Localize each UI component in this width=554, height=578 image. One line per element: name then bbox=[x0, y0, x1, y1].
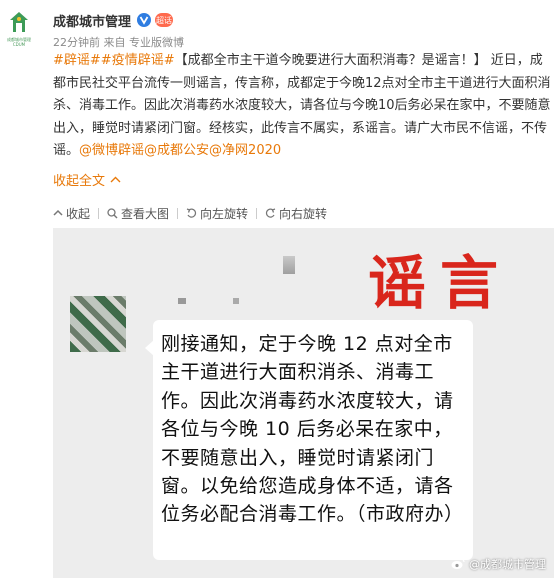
rotate-left-icon bbox=[186, 207, 197, 218]
chat-bubble: 刚接通知，定于今晚 12 点对全市主干道进行大面积消杀、消毒工作。因此次消毒药水… bbox=[153, 320, 473, 560]
view-large-label: 查看大图 bbox=[121, 206, 170, 221]
blurred-sender bbox=[178, 298, 186, 304]
blurred-sender bbox=[233, 298, 239, 304]
source-label: 来自 bbox=[103, 36, 126, 49]
rotate-right-icon bbox=[265, 207, 276, 218]
blurred-name bbox=[283, 256, 295, 274]
search-icon bbox=[107, 207, 118, 218]
mention-weibo-piyao[interactable]: @微博辟谣 bbox=[79, 143, 144, 158]
collapse-full-text-link[interactable]: 收起全文 bbox=[53, 170, 121, 189]
house-logo-icon bbox=[10, 12, 28, 32]
rotate-right-label: 向右旋转 bbox=[279, 206, 328, 221]
post-client[interactable]: 专业版微博 bbox=[129, 36, 184, 49]
account-name[interactable]: 成都城市管理 bbox=[53, 11, 131, 30]
hashtag-epidemic-rumor[interactable]: #疫情辟谣# bbox=[101, 53, 175, 68]
collapse-image-button[interactable]: 收起 bbox=[53, 205, 90, 222]
avatar-caption: 成都城市管理 CDUM bbox=[7, 37, 31, 47]
post-text: #辟谣##疫情辟谣#【成都全市主干道今晚要进行大面积消毒？是谣言！】 近日，成都… bbox=[53, 50, 551, 163]
collapse-icon bbox=[53, 209, 63, 216]
rumor-message: 刚接通知，定于今晚 12 点对全市主干道进行大面积消杀、消毒工作。因此次消毒药水… bbox=[161, 333, 464, 526]
hashtag-rumor[interactable]: #辟谣# bbox=[53, 53, 101, 68]
watermark: @成都城市管理 bbox=[451, 556, 546, 572]
name-row: 成都城市管理 超话 bbox=[53, 10, 174, 30]
collapse-label: 收起 bbox=[66, 206, 91, 221]
verified-v-icon bbox=[137, 13, 152, 27]
blurred-avatar bbox=[70, 296, 126, 352]
view-large-button[interactable]: 查看大图 bbox=[107, 205, 169, 222]
toolbar-divider bbox=[98, 207, 100, 219]
post-meta: 22分钟前 来自 专业版微博 bbox=[53, 34, 184, 50]
collapse-full-text-label: 收起全文 bbox=[53, 174, 106, 189]
weibo-logo-icon bbox=[451, 558, 465, 569]
rotate-left-button[interactable]: 向左旋转 bbox=[186, 205, 248, 222]
toolbar-divider bbox=[177, 207, 179, 219]
post-time[interactable]: 22分钟前 bbox=[53, 36, 100, 49]
chevron-up-icon bbox=[110, 176, 121, 183]
mention-jingwang[interactable]: @净网2020 bbox=[209, 143, 281, 158]
red-heart-badge-icon: 超话 bbox=[155, 13, 174, 27]
rumor-stamp: 谣言 bbox=[368, 249, 513, 317]
mention-chengdu-police[interactable]: @成都公安 bbox=[144, 143, 209, 158]
post-header: 成都城市管理 CDUM 成都城市管理 超话 22分钟前 来自 专业版微博 bbox=[0, 0, 554, 56]
watermark-text: @成都城市管理 bbox=[469, 558, 546, 571]
avatar[interactable]: 成都城市管理 CDUM bbox=[2, 10, 36, 50]
rotate-left-label: 向左旋转 bbox=[200, 206, 249, 221]
rotate-right-button[interactable]: 向右旋转 bbox=[265, 205, 327, 222]
toolbar-divider bbox=[256, 207, 258, 219]
image-toolbar: 收起 查看大图 向左旋转 向右旋转 bbox=[53, 204, 335, 222]
post-image[interactable]: 谣言 刚接通知，定于今晚 12 点对全市主干道进行大面积消杀、消毒工作。因此次消… bbox=[53, 228, 554, 578]
post-headline: 【成都全市主干道今晚要进行大面积消毒？是谣言！】 bbox=[174, 53, 487, 68]
